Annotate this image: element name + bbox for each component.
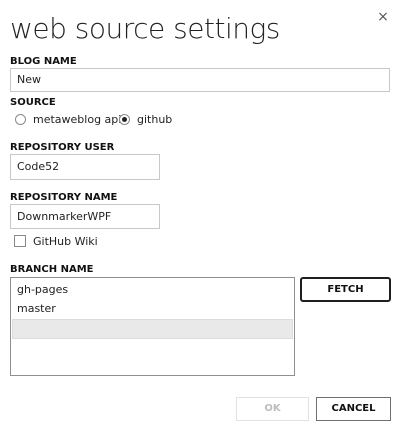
source-radio-metaweblog[interactable] (15, 114, 26, 125)
repository-user-label: REPOSITORY USER (10, 142, 115, 153)
branch-name-label: BRANCH NAME (10, 264, 94, 275)
source-radio-metaweblog-label: metaweblog api (33, 113, 122, 126)
source-label: SOURCE (10, 97, 56, 108)
branch-list-item[interactable]: master (17, 299, 56, 319)
branch-listbox[interactable]: gh-pages master (10, 277, 295, 376)
repository-name-input[interactable]: DownmarkerWPF (10, 204, 160, 229)
branch-new-row[interactable] (12, 319, 293, 339)
blog-name-input[interactable]: New (10, 68, 390, 92)
cancel-button[interactable]: CANCEL (316, 397, 391, 421)
github-wiki-checkbox[interactable] (14, 235, 26, 247)
dialog-title: web source settings (10, 12, 280, 45)
fetch-button[interactable]: FETCH (300, 277, 391, 302)
repository-user-input[interactable]: Code52 (10, 154, 160, 180)
source-radio-github[interactable] (119, 114, 130, 125)
ok-button[interactable]: OK (236, 397, 309, 421)
repository-name-label: REPOSITORY NAME (10, 192, 118, 203)
close-icon[interactable]: × (376, 10, 390, 24)
source-radio-github-label: github (137, 113, 173, 126)
blog-name-label: BLOG NAME (10, 56, 77, 67)
branch-list-item[interactable]: gh-pages (17, 280, 68, 300)
web-source-settings-dialog: web source settings × BLOG NAME New SOUR… (0, 0, 400, 441)
github-wiki-label: GitHub Wiki (33, 235, 98, 248)
